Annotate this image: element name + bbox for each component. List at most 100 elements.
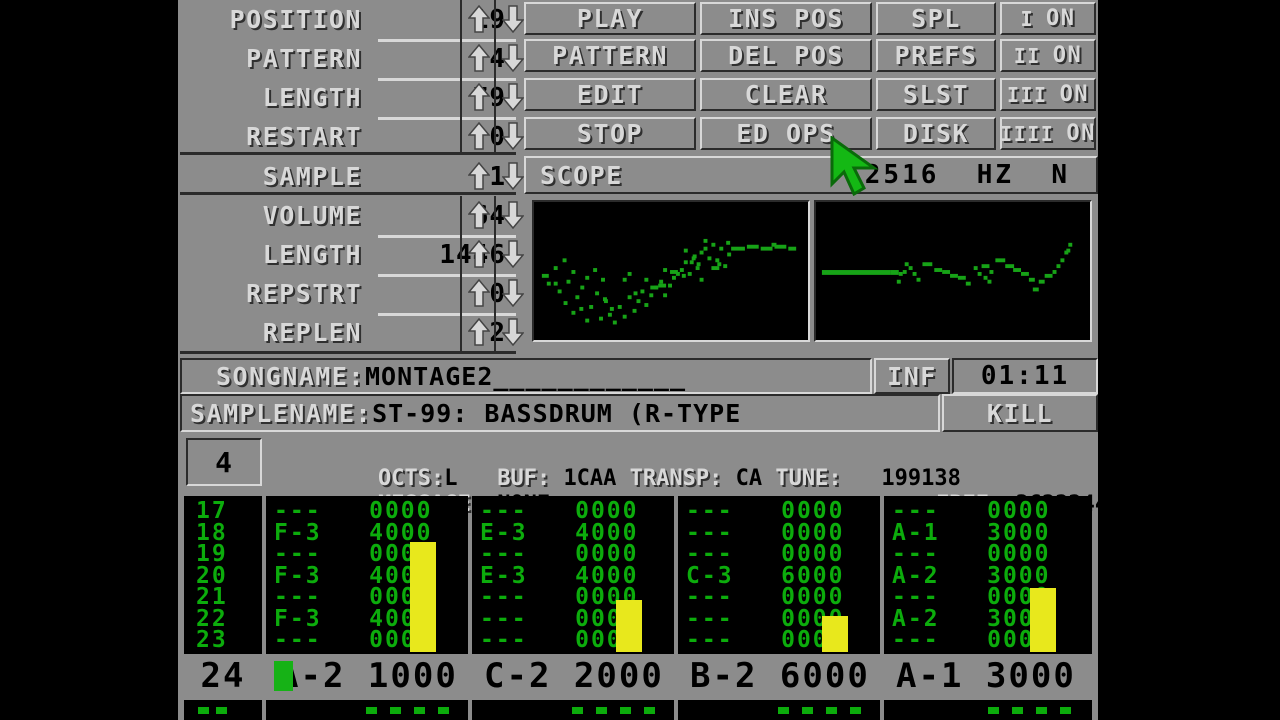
song-row-restart-label: RESTART — [246, 122, 362, 151]
del-pos-button[interactable]: DEL POS — [700, 39, 872, 72]
scope-bar[interactable]: SCOPE 12516 HZ N — [524, 156, 1098, 194]
row-number: 23 — [196, 627, 228, 653]
song-row-position-label: POSITION — [229, 5, 362, 34]
inf-button[interactable]: INF — [874, 358, 950, 394]
spl-button-label: SPL — [911, 4, 961, 33]
replen-up-button[interactable] — [464, 314, 494, 350]
scope-display-area — [524, 194, 1098, 354]
buf-value: 1CAA — [563, 466, 617, 491]
current-row-channel-1[interactable]: A-2 1000 — [266, 654, 468, 698]
samplename-value[interactable]: ST-99: BASSDRUM (R-TYPE — [372, 399, 741, 428]
pattern-editor[interactable]: 17 18 19 20 21 22 23 --- 0000 F-3 4000 -… — [180, 494, 1096, 720]
edit-button-label: EDIT — [576, 80, 644, 109]
sample-row-label: SAMPLE — [262, 162, 362, 191]
pattern-cell[interactable]: --- 0000 — [480, 629, 674, 652]
scope-right[interactable] — [814, 200, 1092, 342]
scope-right-waveform — [816, 202, 1090, 340]
divider — [460, 196, 462, 351]
info-block: 4 OCTS:L BUF: 1CAA TRANSP: CA TUNE: 1991… — [180, 434, 1108, 517]
length-up-button[interactable] — [464, 79, 494, 115]
restart-up-button[interactable] — [464, 118, 494, 154]
clear-button-label: CLEAR — [744, 80, 828, 109]
next-row-channel-3 — [678, 700, 880, 720]
song-time-value: 01:11 — [980, 361, 1070, 391]
slst-button[interactable]: SLST — [876, 78, 996, 111]
spl-button[interactable]: SPL — [876, 2, 996, 35]
songname-field[interactable]: SONGNAME: MONTAGE2____________ — [180, 358, 872, 394]
channel-3-toggle[interactable]: III ON — [1000, 78, 1096, 111]
pattern-channel-1[interactable]: --- 0000 F-3 4000 --- 0000 F-3 4000 --- … — [266, 496, 468, 654]
edit-button[interactable]: EDIT — [524, 78, 696, 111]
ins-pos-button-label: INS POS — [728, 4, 844, 33]
channel-3-vu-meter — [822, 616, 848, 652]
stop-button[interactable]: STOP — [524, 117, 696, 150]
transp-label: TRANSP: — [629, 466, 723, 491]
divider — [460, 0, 462, 152]
current-row-channel-4[interactable]: A-1 3000 — [884, 654, 1092, 698]
next-row-number — [184, 700, 262, 720]
samplename-field[interactable]: SAMPLENAME: ST-99: BASSDRUM (R-TYPE — [180, 394, 940, 432]
ins-pos-button[interactable]: INS POS — [700, 2, 872, 35]
prefs-button[interactable]: PREFS — [876, 39, 996, 72]
songname-value[interactable]: MONTAGE2____________ — [365, 362, 686, 391]
divider — [180, 351, 516, 354]
play-button[interactable]: PLAY — [524, 2, 696, 35]
next-row-channel-4 — [884, 700, 1092, 720]
pattern-channel-4[interactable]: --- 0000 A-1 3000 --- 0000 A-2 3000 --- … — [884, 496, 1092, 654]
stop-button-label: STOP — [576, 119, 644, 148]
prefs-button-label: PREFS — [894, 41, 978, 70]
repstrt-up-button[interactable] — [464, 275, 494, 311]
samplename-row: SAMPLENAME: ST-99: BASSDRUM (R-TYPE KILL — [180, 394, 1098, 432]
channel-4-state: ON — [1066, 120, 1096, 146]
sample-length-up-button[interactable] — [464, 236, 494, 272]
pattern-up-button[interactable] — [464, 40, 494, 76]
current-row-number: 24 — [184, 654, 262, 698]
next-row-channel-1 — [266, 700, 468, 720]
sample-volume-label: VOLUME — [262, 201, 362, 230]
sample-down-button[interactable] — [498, 158, 528, 194]
divider — [180, 192, 516, 195]
next-pattern-row-clipped — [180, 700, 1096, 720]
screen: POSITION 19 PATTERN 4 LENGTH 79 RESTART … — [0, 0, 1280, 720]
volume-up-button[interactable] — [464, 197, 494, 233]
sample-replen-label: REPLEN — [262, 318, 362, 347]
current-row-channel-3[interactable]: B-2 6000 — [678, 654, 880, 698]
ed-ops-button[interactable]: ED OPS — [700, 117, 872, 150]
songname-label: SONGNAME: — [216, 361, 365, 391]
sample-row-value[interactable]: 1 — [370, 164, 516, 190]
pattern-button-label: PATTERN — [552, 41, 668, 70]
disk-button[interactable]: DISK — [876, 117, 996, 150]
scope-left-waveform — [534, 202, 808, 340]
pattern-channel-3[interactable]: --- 0000 --- 0000 --- 0000 C-3 6000 --- … — [678, 496, 880, 654]
channel-2-state: ON — [1052, 42, 1083, 68]
sample-parameter-panel: SAMPLE 1 VOLUME 64 LENGTH 1446 REPSTRT 0 — [178, 162, 524, 354]
channel-2-toggle[interactable]: II ON — [1000, 39, 1096, 72]
clear-button[interactable]: CLEAR — [700, 78, 872, 111]
kill-button[interactable]: KILL — [942, 394, 1098, 432]
channel-4-toggle[interactable]: IIII ON — [1000, 117, 1096, 150]
pattern-cell[interactable]: --- 0000 — [274, 629, 468, 652]
disk-button-label: DISK — [902, 119, 970, 148]
current-row-channel-2[interactable]: C-2 2000 — [472, 654, 674, 698]
sample-repstrt-label: REPSTRT — [246, 279, 362, 308]
inf-button-label: INF — [887, 361, 937, 391]
next-row-channel-2 — [472, 700, 674, 720]
pattern-cell[interactable]: --- 0000 — [892, 629, 1092, 652]
play-button-label: PLAY — [576, 4, 644, 33]
channel-1-numeral: I — [1020, 6, 1035, 31]
channel-2-vu-meter — [616, 600, 642, 652]
position-up-button[interactable] — [464, 1, 494, 37]
channel-1-state: ON — [1046, 5, 1076, 31]
sample-up-button[interactable] — [464, 158, 494, 194]
channel-3-state: ON — [1059, 81, 1090, 107]
song-time: 01:11 — [952, 358, 1098, 394]
channel-1-vu-meter — [410, 542, 436, 652]
sample-length-label: LENGTH — [262, 240, 362, 269]
current-sample-box[interactable]: 4 — [186, 438, 262, 486]
current-pattern-row[interactable]: 24 A-2 1000 C-2 2000 B-2 6000 A-1 3000 — [180, 654, 1096, 698]
pattern-button[interactable]: PATTERN — [524, 39, 696, 72]
pattern-cell[interactable]: --- 0000 — [686, 629, 880, 652]
channel-1-toggle[interactable]: I ON — [1000, 2, 1096, 35]
scope-left[interactable] — [532, 200, 810, 342]
pattern-channel-2[interactable]: --- 0000 E-3 4000 --- 0000 E-3 4000 --- … — [472, 496, 674, 654]
